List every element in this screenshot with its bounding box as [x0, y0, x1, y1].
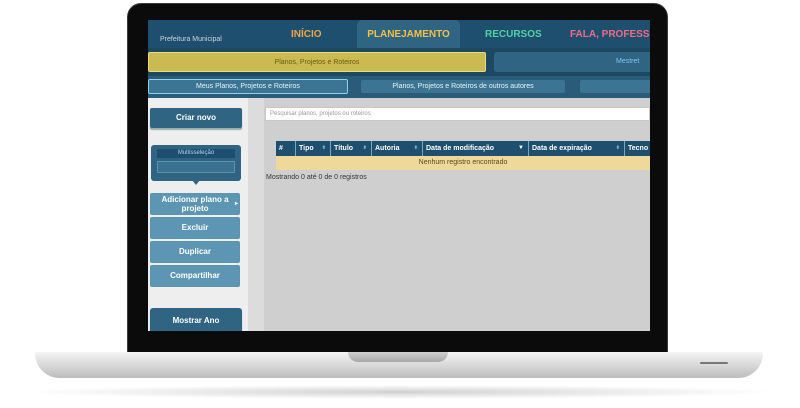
laptop-indicator — [700, 362, 728, 364]
column-modified-label: Data de modificação — [426, 145, 495, 152]
multiselect-field[interactable] — [157, 161, 235, 173]
content-area — [264, 98, 650, 331]
show-year-button[interactable]: Mostrar Ano — [150, 308, 242, 331]
brand-label: Prefeitura Municipal — [160, 36, 222, 43]
sort-desc-icon: ▼ — [518, 145, 524, 151]
delete-button[interactable]: Excluir — [150, 217, 240, 239]
subnav-mestre[interactable]: Mestret — [494, 52, 650, 72]
column-author-label: Autoria — [375, 145, 400, 152]
tab-other-authors[interactable]: Planos, Projetos e Roteiros de outros au… — [361, 80, 565, 93]
add-to-project-button[interactable]: Adicionar plano a projeto ▸ — [150, 193, 240, 215]
column-number[interactable]: # — [276, 141, 296, 156]
column-author[interactable]: Autoria ⬍ — [372, 141, 423, 156]
caret-down-icon — [192, 180, 200, 185]
column-modified-date[interactable]: Data de modificação ▼ — [423, 141, 529, 156]
sort-icon: ⬍ — [362, 145, 367, 151]
table-summary: Mostrando 0 até 0 de 0 registros — [266, 174, 367, 181]
column-title-label: Título — [334, 145, 354, 152]
multiselect-panel: Multisseleção — [151, 145, 241, 181]
sort-icon: ⬍ — [615, 145, 620, 151]
chevron-right-icon: ▸ — [234, 201, 238, 207]
top-navigation-bar: Prefeitura Municipal INÍCIO PLANEJAMENTO… — [148, 20, 650, 48]
nav-recursos[interactable]: RECURSOS — [485, 20, 542, 48]
app-screen: Prefeitura Municipal INÍCIO PLANEJAMENTO… — [148, 20, 650, 331]
sort-icon: ⬍ — [413, 145, 418, 151]
column-expiration-date[interactable]: Data de expiração ⬍ — [529, 141, 625, 156]
column-type[interactable]: Tipo ⬍ — [296, 141, 331, 156]
column-expiration-label: Data de expiração — [532, 145, 592, 152]
search-input[interactable]: Pesquisar planos, projetos ou roteiros — [265, 107, 650, 121]
subnav-planos-projetos-roteiros[interactable]: Planos, Projetos e Roteiros — [148, 52, 486, 72]
column-title[interactable]: Título ⬍ — [331, 141, 372, 156]
column-type-label: Tipo — [299, 145, 314, 152]
column-technology[interactable]: Tecno — [625, 141, 650, 156]
tab-extra[interactable] — [580, 80, 650, 93]
table-header: # Tipo ⬍ Título ⬍ Autoria ⬍ Data de modific… — [276, 141, 650, 156]
tab-my-plans[interactable]: Meus Planos, Projetos e Roteiros — [148, 79, 348, 94]
duplicate-button[interactable]: Duplicar — [150, 241, 240, 263]
sort-icon: ⬍ — [321, 145, 326, 151]
laptop-hinge-notch — [348, 352, 448, 362]
nav-fala-professor[interactable]: FALA, PROFESS... — [570, 20, 650, 48]
empty-table-row: Nenhum registro encontrado — [276, 156, 650, 170]
create-new-button[interactable]: Criar novo — [150, 108, 242, 128]
multiselect-label: Multisseleção — [157, 149, 235, 158]
nav-inicio[interactable]: INÍCIO — [291, 20, 322, 48]
add-to-project-label: Adicionar plano a projeto — [161, 195, 229, 213]
nav-planejamento[interactable]: PLANEJAMENTO — [357, 20, 460, 48]
laptop-shadow — [20, 385, 780, 399]
share-button[interactable]: Compartilhar — [150, 265, 240, 287]
